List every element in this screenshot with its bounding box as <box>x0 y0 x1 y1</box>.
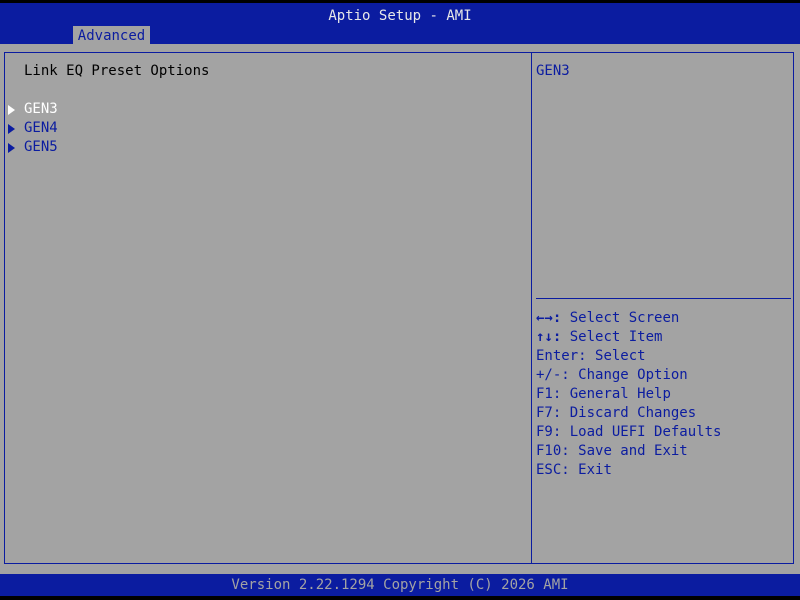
status-bar: Version 2.22.1294 Copyright (C) 2026 AMI <box>0 574 800 596</box>
submenu-arrow-icon <box>8 124 15 134</box>
key-label: F1: <box>536 386 562 402</box>
key-hint-change-option: +/-: Change Option <box>536 366 688 385</box>
vertical-divider <box>531 52 532 564</box>
key-hint-exit: ESC: Exit <box>536 461 612 480</box>
key-action: Discard Changes <box>569 405 697 421</box>
bios-setup-screen: Aptio Setup - AMI Advanced Link EQ Prese… <box>0 0 800 600</box>
menu-item-gen3[interactable]: GEN3 <box>6 100 526 119</box>
key-action: Select <box>595 348 646 364</box>
app-title: Aptio Setup - AMI <box>328 8 472 24</box>
key-label: ↑↓: <box>536 329 562 345</box>
key-action: Exit <box>578 462 612 478</box>
key-hint-discard-changes: F7: Discard Changes <box>536 404 696 423</box>
key-hint-load-defaults: F9: Load UEFI Defaults <box>536 423 721 442</box>
main-panel: Link EQ Preset Options GEN3 GEN4 GEN5 GE… <box>0 44 800 574</box>
key-hint-general-help: F1: General Help <box>536 385 671 404</box>
key-action: Select Screen <box>569 310 680 326</box>
submenu-arrow-icon <box>8 105 15 115</box>
version-text: Version 2.22.1294 Copyright (C) 2026 AMI <box>231 577 569 593</box>
help-text: GEN3 <box>536 63 570 79</box>
page-heading: Link EQ Preset Options <box>24 63 210 79</box>
title-bar: Aptio Setup - AMI Advanced <box>0 3 800 46</box>
submenu-arrow-icon <box>8 143 15 153</box>
key-action: Select Item <box>569 329 663 345</box>
key-label: F9: <box>536 424 562 440</box>
menu-item-gen4[interactable]: GEN4 <box>6 119 526 138</box>
key-label: Enter: <box>536 348 587 364</box>
key-action: Change Option <box>578 367 688 383</box>
tab-advanced[interactable]: Advanced <box>73 26 150 46</box>
key-hint-save-exit: F10: Save and Exit <box>536 442 688 461</box>
menu-item-label: GEN5 <box>24 139 58 155</box>
key-action: Save and Exit <box>578 443 688 459</box>
key-action: Load UEFI Defaults <box>569 424 722 440</box>
key-hint-select-item: ↑↓: Select Item <box>536 328 662 347</box>
key-label: F10: <box>536 443 570 459</box>
help-divider <box>536 298 791 299</box>
key-label: +/-: <box>536 367 570 383</box>
menu-item-label: GEN3 <box>24 101 58 117</box>
key-label: ←→: <box>536 310 562 326</box>
menu-item-label: GEN4 <box>24 120 58 136</box>
key-label: ESC: <box>536 462 570 478</box>
key-hint-enter: Enter: Select <box>536 347 646 366</box>
key-action: General Help <box>569 386 671 402</box>
menu-item-gen5[interactable]: GEN5 <box>6 138 526 157</box>
key-label: F7: <box>536 405 562 421</box>
key-hint-select-screen: ←→: Select Screen <box>536 309 679 328</box>
